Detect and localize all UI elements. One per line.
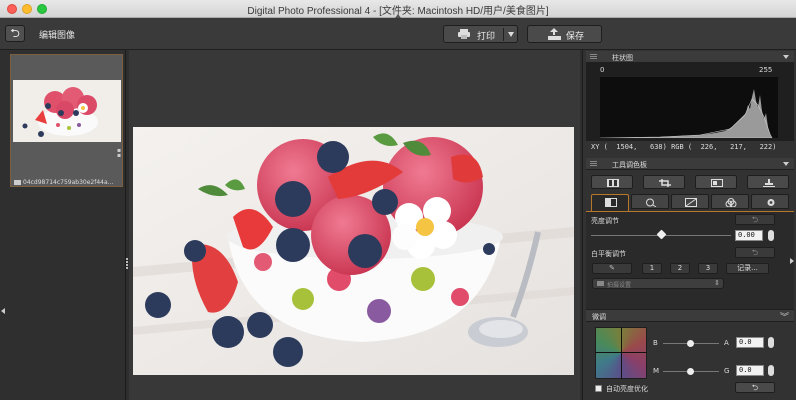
image-viewer[interactable]: [129, 50, 580, 400]
collapse-triangle-icon[interactable]: [783, 162, 789, 166]
double-chevron-icon[interactable]: ︾: [780, 310, 789, 323]
collapse-left-icon[interactable]: [1, 308, 5, 314]
histogram: 0 255: [586, 63, 794, 141]
undo-icon: ⮌: [751, 383, 759, 392]
m-g-slider-knob[interactable]: [687, 368, 694, 375]
g-input[interactable]: 0.0: [736, 365, 764, 376]
g-stepper[interactable]: [768, 365, 774, 376]
compare-tool-button[interactable]: [695, 175, 737, 189]
tool-palette-header[interactable]: 工具调色板: [586, 158, 794, 170]
print-divider: [503, 28, 504, 41]
save-label: 保存: [566, 32, 585, 42]
print-label: 打印: [477, 32, 496, 42]
thumbnail-item[interactable]: ▪ ▪ 04cd98714c759ab30e2f44a...: [10, 54, 123, 187]
fine-tune-title: 微调: [592, 313, 606, 321]
tool-tabs: [591, 194, 789, 211]
thumbnail-marks: ▪ ▪: [117, 147, 122, 159]
wb-mode-select[interactable]: 拍摄设置 ⇕: [592, 278, 724, 289]
eyedropper-icon: ✎: [609, 264, 615, 272]
camera-icon: [597, 281, 604, 286]
auto-brightness-label: 自动亮度优化: [606, 385, 648, 393]
stamp-icon: [763, 179, 775, 187]
b-a-slider-knob[interactable]: [687, 340, 694, 347]
save-tray-icon: [548, 28, 561, 40]
filmstrip-tool-button[interactable]: [591, 175, 633, 189]
tab-basic[interactable]: [591, 194, 629, 211]
histogram-header[interactable]: 柱状图: [586, 51, 794, 63]
collapse-right-icon[interactable]: [790, 258, 794, 264]
collapse-triangle-icon[interactable]: [783, 55, 789, 59]
wb-mode-value: 拍摄设置: [607, 282, 632, 289]
back-arrow-icon: ⮌: [10, 26, 20, 40]
select-arrows-icon: ⇕: [714, 279, 720, 287]
tab-curve[interactable]: [671, 194, 709, 209]
b-label: B: [653, 339, 658, 347]
a-stepper[interactable]: [768, 337, 774, 348]
title-bar: Digital Photo Professional 4 - [文件夹: Mac…: [0, 0, 796, 18]
color-icon: [725, 198, 737, 207]
white-balance-label: 白平衡调节: [591, 250, 626, 258]
raw-badge-icon: [14, 180, 21, 185]
crop-tool-button[interactable]: [643, 175, 685, 189]
basic-adjust-panel: [586, 211, 794, 311]
brightness-input[interactable]: 0.00: [735, 230, 763, 241]
a-input[interactable]: 0.0: [736, 337, 764, 348]
page-title: 编辑图像: [39, 31, 76, 41]
brightness-undo-button[interactable]: ⮌: [735, 214, 775, 225]
crop-icon: [659, 179, 671, 187]
compare-icon: [711, 179, 723, 187]
fine-tune-header[interactable]: 微调 ︾: [586, 309, 794, 323]
thumbnail-image: [13, 80, 121, 142]
auto-brightness-undo-button[interactable]: ⮌: [735, 382, 775, 393]
gear-icon: [767, 199, 775, 206]
thumbnail-filename: 04cd98714c759ab30e2f44a...: [14, 179, 113, 186]
a-label: A: [724, 339, 729, 347]
printer-icon: [458, 29, 470, 39]
grip-icon: [590, 161, 597, 167]
brightness-stepper[interactable]: [768, 230, 774, 241]
save-button[interactable]: 保存: [527, 25, 602, 43]
wb-preset-1-button[interactable]: 1: [642, 263, 662, 274]
print-button[interactable]: 打印: [443, 25, 518, 43]
main-toolbar: ⮌ 编辑图像 打印 保存: [0, 18, 796, 50]
basic-adjust-icon: [605, 198, 617, 207]
app-window: Digital Photo Professional 4 - [文件夹: Mac…: [0, 0, 796, 400]
back-button[interactable]: ⮌: [5, 25, 25, 42]
undo-icon: ⮌: [751, 248, 759, 257]
thumbnail-filename-text: 04cd98714c759ab30e2f44a...: [23, 179, 114, 186]
curve-icon: [685, 198, 697, 207]
thumbnail-panel: ▪ ▪ 04cd98714c759ab30e2f44a...: [0, 50, 126, 400]
histogram-min-label: 0: [600, 66, 605, 74]
g-label: G: [724, 367, 730, 375]
auto-brightness-checkbox[interactable]: [595, 385, 602, 392]
print-dropdown-icon[interactable]: [508, 32, 514, 37]
color-grid-v-axis: [621, 327, 622, 379]
tool-buttons-row: [591, 175, 791, 191]
tone-curve-icon: [646, 198, 657, 207]
main-image: [133, 127, 574, 375]
wb-preset-2-button[interactable]: 2: [670, 263, 690, 274]
eyedropper-button[interactable]: ✎: [592, 263, 632, 274]
wb-record-button[interactable]: 记录...: [726, 263, 769, 274]
tab-color[interactable]: [711, 194, 749, 209]
pixel-readout: XY ( 1504, 638) RGB ( 226, 217, 222): [591, 143, 777, 151]
histogram-max-label: 255: [759, 66, 773, 74]
filmstrip-icon: [607, 179, 619, 187]
tab-settings[interactable]: [751, 194, 789, 209]
histogram-plot: [600, 77, 778, 138]
tab-tone[interactable]: [631, 194, 669, 209]
stamp-tool-button[interactable]: [747, 175, 789, 189]
grip-icon: [590, 54, 597, 60]
brightness-label: 亮度调节: [591, 217, 619, 225]
wb-undo-button[interactable]: ⮌: [735, 247, 775, 258]
m-label: M: [653, 367, 660, 375]
undo-icon: ⮌: [751, 215, 759, 224]
wb-preset-3-button[interactable]: 3: [698, 263, 718, 274]
tool-palette-title: 工具调色板: [612, 161, 647, 169]
histogram-title: 柱状图: [612, 54, 633, 62]
right-panel: 柱状图 0 255 XY ( 1504, 638) RGB ( 226, 217…: [582, 50, 796, 400]
